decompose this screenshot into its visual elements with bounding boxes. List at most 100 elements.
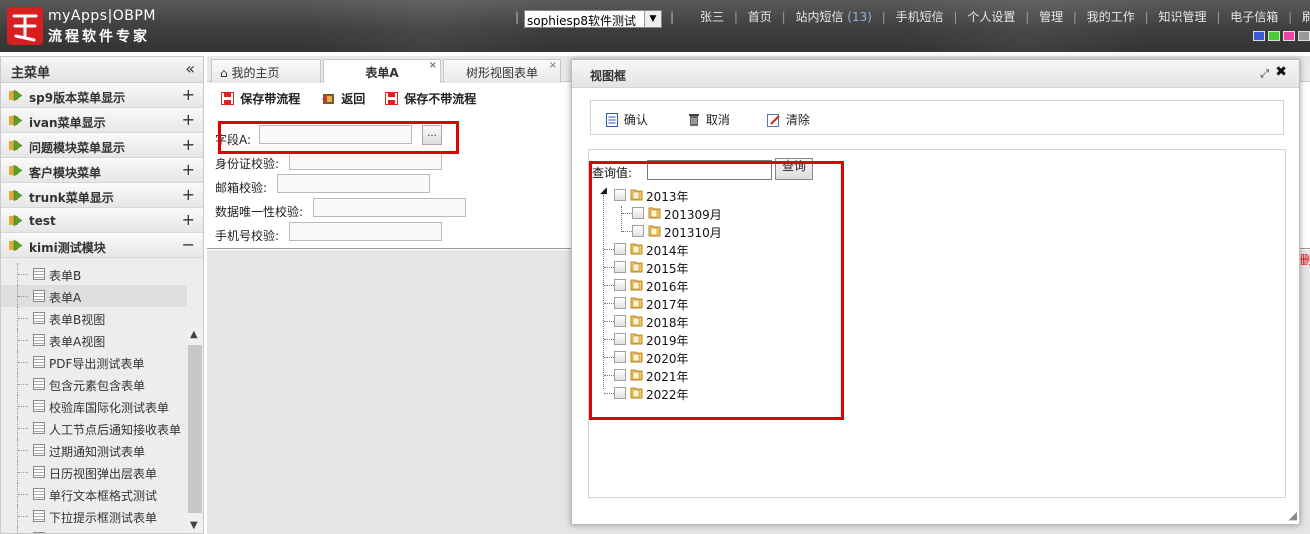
nav-knowledge-link[interactable]: 知识管理 (1159, 10, 1207, 24)
submenu-item-label: 包含元素包含表单 (49, 379, 146, 393)
expand-icon[interactable]: + (182, 135, 195, 154)
unique-check-label: 数据唯一性校验: (215, 205, 304, 219)
logo-seal-icon (7, 7, 43, 45)
tab-tree-view-form[interactable]: 树形视图表单 × (443, 59, 561, 83)
nav-mailbox-link[interactable]: 电子信箱 (1230, 10, 1278, 24)
tree-connector (17, 505, 29, 527)
collapse-sidebar-icon[interactable]: « (185, 59, 195, 78)
form-icon (33, 510, 45, 522)
scroll-down-icon[interactable]: ▼ (190, 520, 198, 531)
collapse-icon[interactable]: − (182, 235, 195, 254)
menu-group[interactable]: 客户模块菜单 + (1, 158, 203, 183)
menu-group[interactable]: ivan菜单显示 + (1, 108, 203, 133)
module-arrow-icon (9, 214, 23, 227)
chevron-down-icon[interactable]: ▼ (644, 11, 661, 27)
menu-group[interactable]: test + (1, 208, 203, 233)
clear-button[interactable]: 清除 (767, 111, 810, 128)
submenu-item[interactable]: 表单B (1, 263, 187, 285)
submenu-item[interactable]: 表单A视图 (1, 329, 187, 351)
sidebar-scrollbar[interactable]: ▲ ▼ (187, 327, 203, 533)
highlight-box (218, 121, 459, 154)
form-icon (33, 422, 45, 434)
email-check-input[interactable] (277, 174, 430, 193)
back-button[interactable]: 返回 (322, 90, 365, 107)
email-check-label: 邮箱校验: (215, 181, 268, 195)
menu-group[interactable]: kimi测试模块 − (1, 233, 203, 258)
close-tab-icon[interactable]: × (549, 60, 557, 71)
module-arrow-icon (9, 139, 23, 152)
submenu-item[interactable]: 单行文本框格式测试 (1, 483, 187, 505)
menu-group[interactable]: sp9版本菜单显示 + (1, 83, 203, 108)
top-navigation: 张三 | 首页 | 站内短信 (13) | 手机短信 | 个人设置 | 管理 |… (700, 8, 1310, 25)
expand-icon[interactable]: + (182, 85, 195, 104)
nav-messages-link[interactable]: 站内短信 (795, 10, 843, 24)
submenu-item[interactable]: PDF导出测试表单 (1, 351, 187, 373)
module-arrow-icon (9, 239, 23, 252)
form-icon (33, 400, 45, 412)
resize-grip-icon[interactable]: ◢ (1289, 509, 1297, 522)
confirm-button[interactable]: 确认 (605, 111, 648, 128)
clear-icon (767, 114, 780, 127)
submenu-item[interactable]: 安卓客户端测试表单 (1, 527, 187, 533)
submenu-item-label: 校验库国际化测试表单 (49, 401, 170, 415)
menu-group[interactable]: trunk菜单显示 + (1, 183, 203, 208)
nav-refresh-link[interactable]: 刷新 (1302, 10, 1310, 24)
menu-group[interactable]: 问题模块菜单显示 + (1, 133, 203, 158)
tree-connector (17, 527, 29, 533)
phone-check-input[interactable] (289, 222, 442, 241)
tab-form-a[interactable]: 表单A × (323, 59, 441, 83)
nav-admin-link[interactable]: 管理 (1039, 10, 1063, 24)
tab-label: 表单A (365, 66, 399, 80)
scroll-up-icon[interactable]: ▲ (190, 329, 198, 340)
user-name-link[interactable]: 张三 (700, 10, 724, 24)
submenu-item[interactable]: 表单B视图 (1, 307, 187, 329)
submenu-item[interactable]: 包含元素包含表单 (1, 373, 187, 395)
save-with-flow-button[interactable]: 保存带流程 (221, 90, 300, 107)
unique-check-input[interactable] (313, 198, 466, 217)
submenu-item[interactable]: 下拉提示框测试表单 (1, 505, 187, 527)
submenu-item[interactable]: 校验库国际化测试表单 (1, 395, 187, 417)
theme-pink-swatch[interactable] (1283, 31, 1295, 41)
expand-icon[interactable]: + (182, 160, 195, 179)
menu-group-label: test (29, 214, 56, 228)
submenu-item[interactable]: 日历视图弹出层表单 (1, 461, 187, 483)
nav-settings-link[interactable]: 个人设置 (967, 10, 1015, 24)
submenu-item[interactable]: 人工节点后通知接收表单 (1, 417, 187, 439)
cancel-button[interactable]: 取消 (687, 111, 730, 128)
tree-connector (17, 417, 29, 439)
nav-home-link[interactable]: 首页 (748, 10, 772, 24)
theme-blue-swatch[interactable] (1253, 31, 1265, 41)
scrollbar-thumb[interactable] (188, 345, 202, 513)
submenu-item-label: 单行文本框格式测试 (49, 489, 158, 503)
close-tab-icon[interactable]: × (429, 60, 437, 71)
tree-connector (17, 483, 29, 505)
expand-icon[interactable]: + (182, 210, 195, 229)
separator: | (670, 10, 675, 24)
nav-my-work-link[interactable]: 我的工作 (1087, 10, 1135, 24)
save-without-flow-button[interactable]: 保存不带流程 (385, 90, 476, 107)
app-selector-dropdown[interactable]: sophiesp8软件测试 ▼ (524, 10, 662, 28)
tree-connector (17, 395, 29, 417)
menu-group-label: kimi测试模块 (29, 241, 106, 255)
expand-icon[interactable]: + (182, 110, 195, 129)
nav-sms-link[interactable]: 手机短信 (896, 10, 944, 24)
expand-icon[interactable]: + (182, 185, 195, 204)
submenu-item[interactable]: 过期通知测试表单 (1, 439, 187, 461)
theme-green-swatch[interactable] (1268, 31, 1280, 41)
tab-my-home[interactable]: ⌂ 我的主页 (211, 59, 321, 83)
submenu-list: 表单B 表单A 表单B视图 表单A视图 PDF导出测试表单包含元素包含表单校验库国际化测… (1, 263, 187, 533)
dialog-title: 视图框 (590, 69, 627, 83)
submenu-item-label: 人工节点后通知接收表单 (49, 423, 182, 437)
tree-connector (17, 263, 29, 285)
clear-label: 清除 (785, 113, 810, 127)
dialog-header: 视图框 ⤢ ✖ (572, 60, 1299, 88)
restore-window-icon[interactable]: ⤢ (1260, 67, 1269, 81)
theme-gray-swatch[interactable] (1298, 31, 1310, 41)
save-icon (221, 92, 234, 105)
app-selector-value: sophiesp8软件测试 (527, 14, 637, 28)
submenu-item-label: 过期通知测试表单 (49, 445, 146, 459)
form-icon (33, 488, 45, 500)
submenu-item[interactable]: 表单A (1, 285, 187, 307)
close-icon[interactable]: ✖ (1275, 64, 1287, 80)
tree-connector (17, 439, 29, 461)
